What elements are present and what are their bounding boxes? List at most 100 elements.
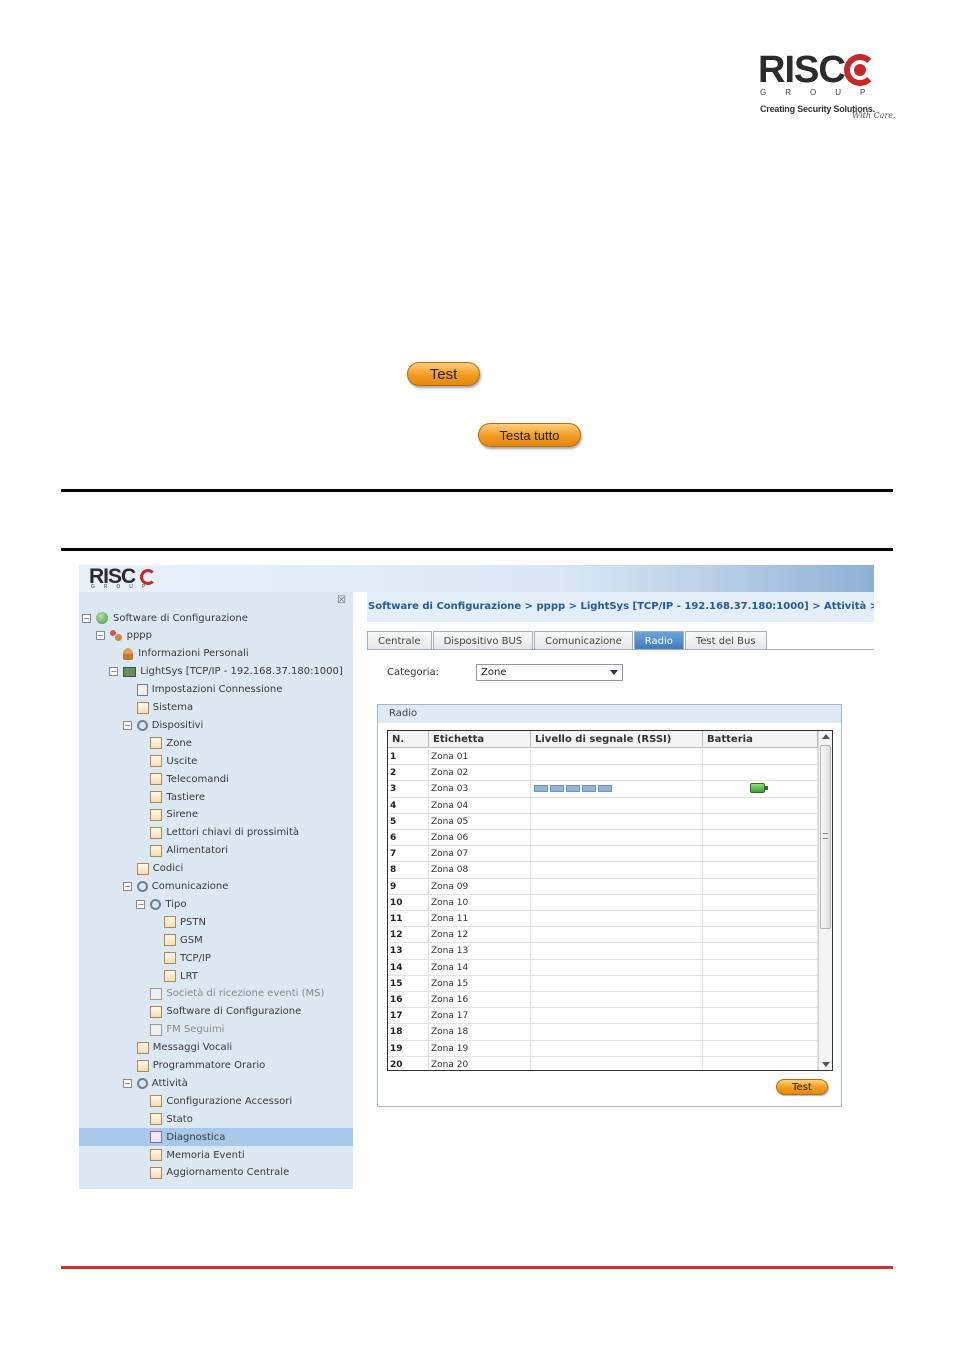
tree-item-label: Software di Configurazione [166, 1006, 302, 1018]
tree-item[interactable]: Software di Configurazione [136, 1003, 301, 1021]
column-header-number[interactable]: N. [388, 731, 429, 748]
zone-rssi [531, 911, 703, 927]
tab-test-del-bus[interactable]: Test del Bus [684, 631, 767, 650]
table-row[interactable]: 2 Zona 02 [388, 765, 818, 782]
scroll-down-icon[interactable] [822, 1062, 830, 1067]
tree-item[interactable]: Informazioni Personali [109, 645, 249, 663]
tree-item[interactable]: Sistema [123, 699, 193, 717]
collapse-icon[interactable]: − [95, 631, 105, 641]
tree-item[interactable]: Società di ricezione eventi (MS) [136, 985, 324, 1003]
tree-item[interactable]: − pppp [95, 627, 152, 645]
tree-item[interactable]: Uscite [136, 752, 197, 770]
table-row[interactable]: 15 Zona 15 [388, 975, 818, 992]
table-row[interactable]: 1 Zona 01 [388, 749, 818, 766]
table-row[interactable]: 13 Zona 13 [388, 943, 818, 960]
collapse-icon[interactable]: − [122, 1078, 132, 1088]
tree-item[interactable]: PSTN [150, 913, 206, 931]
tree-item[interactable]: Impostazioni Connessione [123, 681, 282, 699]
table-row[interactable]: 5 Zona 05 [388, 813, 818, 830]
tree-item[interactable]: Programmatore Orario [123, 1057, 265, 1075]
table-row[interactable]: 9 Zona 09 [388, 878, 818, 895]
test-button[interactable]: Test [776, 1079, 828, 1095]
gear-icon [150, 898, 162, 910]
scroll-thumb[interactable] [820, 745, 831, 929]
tree-item[interactable]: Diagnostica [79, 1128, 353, 1147]
tree-item-label: Alimentatori [166, 845, 228, 857]
tree-item[interactable]: − LightSys [TCP/IP - 192.168.37.180:1000] [109, 663, 343, 681]
tree-item[interactable]: − Attività [122, 1074, 188, 1092]
signal-segment [582, 785, 596, 793]
zone-battery [703, 927, 818, 944]
zone-number: 13 [388, 943, 429, 960]
folder-icon [164, 952, 176, 965]
folder-icon [164, 916, 176, 929]
tree-item[interactable]: Sirene [136, 806, 198, 824]
tree-item-label: Stato [166, 1113, 193, 1125]
zone-number: 2 [388, 765, 429, 782]
collapse-icon[interactable]: − [136, 899, 146, 909]
signal-strength-bar [534, 785, 614, 793]
zone-battery [703, 846, 818, 863]
table-row[interactable]: 18 Zona 18 [388, 1024, 818, 1041]
column-header-label[interactable]: Etichetta [429, 731, 531, 748]
tree-item[interactable]: − Dispositivi [122, 716, 203, 734]
table-row[interactable]: 12 Zona 12 [388, 927, 818, 944]
table-row[interactable]: 17 Zona 17 [388, 1008, 818, 1025]
tree-item[interactable]: − Tipo [136, 895, 186, 913]
zone-label: Zona 06 [429, 830, 531, 846]
table-row[interactable]: 6 Zona 06 [388, 830, 818, 847]
tree-item[interactable]: Codici [123, 860, 183, 878]
folder-icon [136, 862, 149, 875]
tree-item-label: Telecomandi [166, 773, 229, 785]
column-header-rssi[interactable]: Livello di segnale (RSSI) [531, 731, 703, 748]
tree-item[interactable]: Memoria Eventi [136, 1146, 245, 1164]
collapse-icon[interactable]: − [82, 613, 91, 623]
grid-scrollbar[interactable] [818, 731, 832, 1070]
table-row[interactable]: 14 Zona 14 [388, 959, 818, 976]
collapse-icon[interactable]: − [122, 882, 132, 891]
zone-label: Zona 11 [429, 911, 531, 927]
table-row[interactable]: 20 Zona 20 [388, 1056, 818, 1070]
category-select[interactable]: Zone [476, 664, 623, 681]
test-all-button-illustration: Testa tutto [478, 423, 581, 447]
tree-item-label: Comunicazione [151, 881, 229, 892]
tree-item[interactable]: − Comunicazione [122, 878, 229, 896]
table-row[interactable]: 8 Zona 08 [388, 862, 818, 879]
collapse-icon[interactable]: − [109, 667, 119, 677]
tree-item[interactable]: Stato [136, 1110, 193, 1128]
tree-item[interactable]: FM Seguimi [136, 1021, 224, 1039]
zone-rssi [531, 846, 703, 863]
tree-item-label: Memoria Eventi [166, 1149, 245, 1161]
tree-item[interactable]: Alimentatori [136, 842, 228, 860]
zone-battery [703, 878, 818, 895]
tree-item[interactable]: GSM [150, 931, 203, 949]
tree-item[interactable]: Telecomandi [136, 770, 229, 788]
collapse-icon[interactable]: − [122, 720, 132, 730]
tree-item[interactable]: Messaggi Vocali [123, 1039, 232, 1057]
tab-centrale[interactable]: Centrale [367, 631, 432, 650]
tree-item[interactable]: LRT [150, 967, 198, 985]
table-row[interactable]: 10 Zona 10 [388, 894, 818, 911]
collapse-panel-icon[interactable]: ☒ [337, 595, 346, 606]
tab-radio[interactable]: Radio [633, 631, 684, 650]
table-row[interactable]: 19 Zona 19 [388, 1040, 818, 1057]
radio-panel: Radio N. Etichetta Livello di segnale (R… [377, 704, 842, 1107]
tree-item[interactable]: Zone [136, 734, 192, 752]
tree-item[interactable]: Aggiornamento Centrale [136, 1164, 289, 1182]
tree-item[interactable]: Configurazione Accessori [136, 1092, 292, 1110]
tree-item[interactable]: − Software di Configurazione [82, 609, 248, 627]
tab-dispositivo-bus[interactable]: Dispositivo BUS [432, 631, 534, 650]
tree-item[interactable]: Tastiere [136, 788, 205, 806]
tree-item[interactable]: TCP/IP [150, 949, 211, 967]
folder-icon [150, 755, 163, 768]
column-header-battery[interactable]: Batteria [703, 731, 818, 748]
tree-item[interactable]: Lettori chiavi di prossimità [136, 824, 299, 842]
table-row[interactable]: 4 Zona 04 [388, 797, 818, 814]
table-row[interactable]: 11 Zona 11 [388, 911, 818, 928]
table-row[interactable]: 16 Zona 16 [388, 992, 818, 1009]
tab-comunicazione[interactable]: Comunicazione [534, 631, 633, 650]
zone-battery [703, 797, 818, 814]
scroll-up-icon[interactable] [822, 734, 830, 739]
table-row[interactable]: 3 Zona 03 [388, 781, 818, 798]
table-row[interactable]: 7 Zona 07 [388, 846, 818, 863]
